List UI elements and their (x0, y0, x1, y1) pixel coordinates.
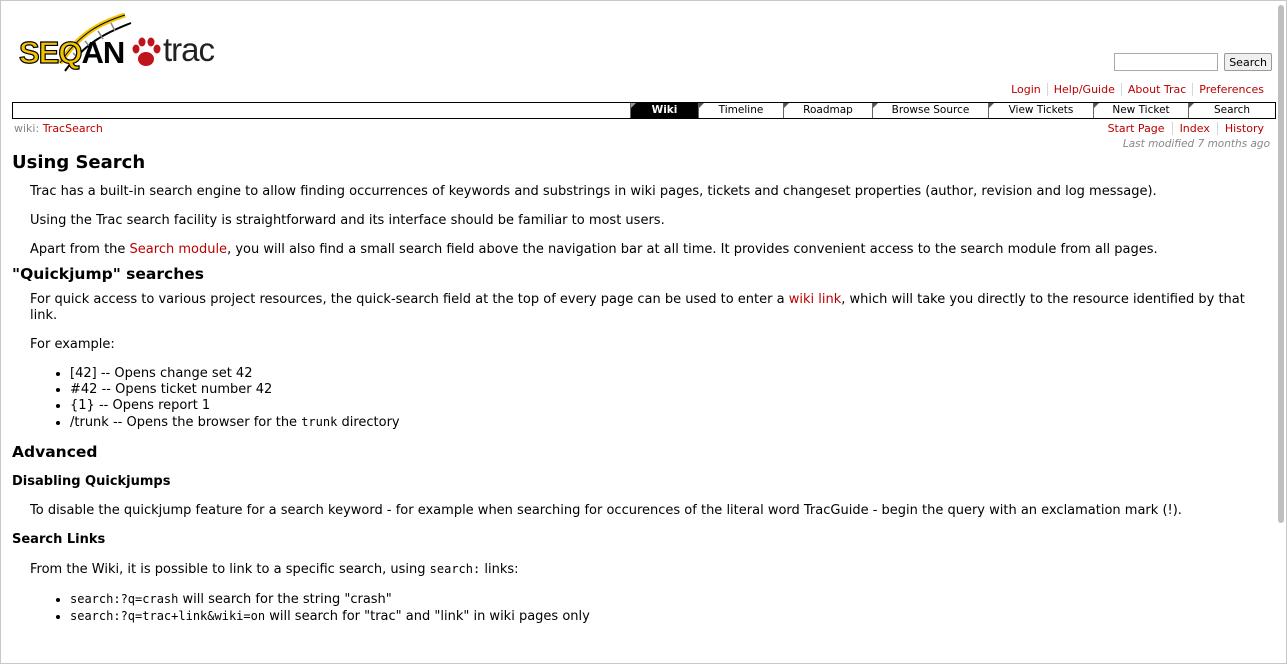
tab-view-tickets[interactable]: View Tickets (988, 103, 1093, 118)
vertical-scrollbar[interactable] (1277, 1, 1285, 665)
history-link[interactable]: History (1216, 122, 1271, 135)
paragraph: Using the Trac search facility is straig… (30, 213, 665, 228)
list-item: /trunk -- Opens the browser for the trun… (70, 414, 1272, 431)
paragraph: For quick access to various project reso… (30, 292, 1245, 323)
paragraph: For example: (30, 337, 115, 352)
list-item: {1} -- Opens report 1 (70, 398, 1272, 414)
breadcrumb: wiki: TracSearch (14, 122, 103, 135)
preferences-link[interactable]: Preferences (1192, 83, 1270, 96)
example-list: [42] -- Opens change set 42 #42 -- Opens… (52, 366, 1272, 431)
paw-icon (132, 37, 161, 66)
index-link[interactable]: Index (1171, 122, 1217, 135)
tab-search[interactable]: Search (1188, 103, 1275, 118)
paragraph: Apart from the Search module, you will a… (30, 242, 1158, 257)
tab-browse-source[interactable]: Browse Source (872, 103, 988, 118)
list-item: #42 -- Opens ticket number 42 (70, 382, 1272, 398)
paragraph: Trac has a built-in search engine to all… (30, 184, 1157, 199)
tab-timeline[interactable]: Timeline (698, 103, 783, 118)
last-modified: Last modified 7 months ago (1122, 138, 1270, 150)
wiki-link[interactable]: wiki link (789, 292, 842, 307)
quick-search-input[interactable] (1114, 53, 1219, 71)
trac-wordmark: trac (163, 31, 215, 68)
section-heading-search-links: Search Links (12, 532, 106, 547)
scrollbar-thumb[interactable] (1278, 5, 1284, 523)
section-heading-disabling-quickjumps: Disabling Quickjumps (12, 474, 171, 489)
help-guide-link[interactable]: Help/Guide (1046, 83, 1121, 96)
last-modified-link[interactable]: 7 months ago (1198, 138, 1270, 150)
wiki-content: Using Search Trac has a built-in search … (12, 151, 1272, 625)
meta-navigation: Login Help/Guide About Trac Preferences (1005, 83, 1270, 96)
page-title: Using Search (12, 152, 146, 173)
section-heading-quickjump: "Quickjump" searches (12, 265, 204, 283)
list-item: [42] -- Opens change set 42 (70, 366, 1272, 382)
list-item: search:?q=trac+link&wiki=on will search … (70, 608, 1272, 625)
tab-roadmap[interactable]: Roadmap (783, 103, 872, 118)
about-trac-link[interactable]: About Trac (1120, 83, 1192, 96)
seqan-wordmark: SEQAN (18, 34, 125, 70)
paragraph: From the Wiki, it is possible to link to… (30, 562, 519, 577)
list-item: search:?q=crash will search for the stri… (70, 591, 1272, 608)
breadcrumb-prefix: wiki: (14, 122, 40, 135)
tab-new-ticket[interactable]: New Ticket (1093, 103, 1188, 118)
search-module-link[interactable]: Search module (130, 242, 228, 257)
search-links-list: search:?q=crash will search for the stri… (52, 591, 1272, 625)
quick-search-form: Search (1114, 53, 1272, 71)
context-navigation: Start Page Index History (1101, 122, 1271, 135)
search-button[interactable]: Search (1224, 53, 1272, 71)
paragraph: To disable the quickjump feature for a s… (30, 503, 1182, 518)
login-link[interactable]: Login (1005, 83, 1047, 96)
main-navigation: Wiki Timeline Roadmap Browse Source View… (12, 102, 1276, 119)
seqan-trac-logo[interactable]: SEQAN trac (15, 13, 235, 83)
section-heading-advanced: Advanced (12, 443, 98, 461)
tab-wiki[interactable]: Wiki (630, 103, 698, 118)
start-page-link[interactable]: Start Page (1101, 122, 1172, 135)
breadcrumb-page-link[interactable]: TracSearch (43, 122, 103, 135)
